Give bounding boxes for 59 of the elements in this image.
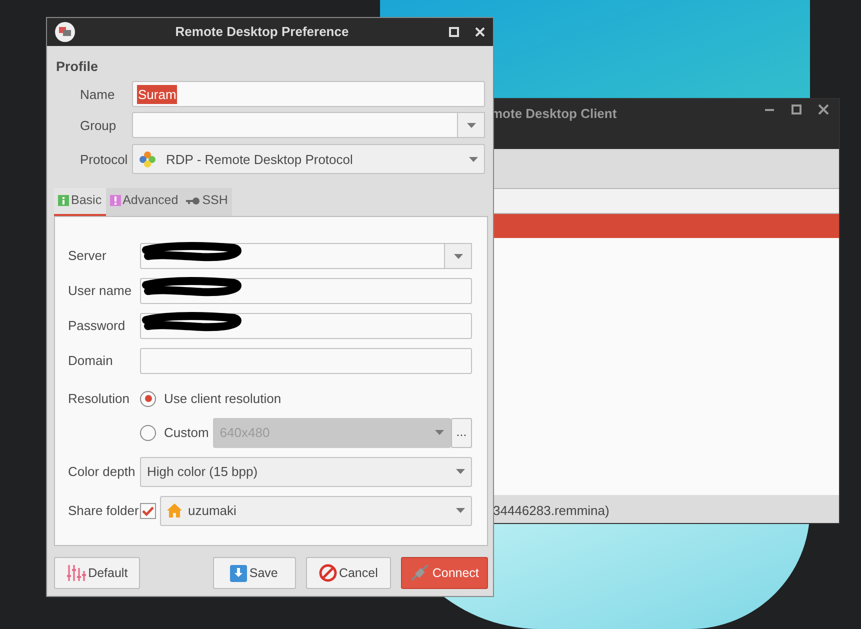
tab[interactable]: Basic bbox=[54, 188, 106, 216]
tab[interactable]: Advanced bbox=[106, 188, 182, 216]
field-label: Resolution bbox=[67, 390, 130, 408]
plug-icon bbox=[410, 564, 430, 582]
caret-icon bbox=[466, 122, 476, 128]
field-value: Suram bbox=[137, 84, 178, 104]
caret-icon bbox=[469, 156, 478, 162]
default-button[interactable]: Default bbox=[54, 557, 140, 589]
field-value: High color (15 bpp) bbox=[147, 462, 259, 481]
radio-label[interactable]: Custom bbox=[164, 422, 209, 442]
no-entry-icon bbox=[318, 564, 337, 582]
dropdown-button[interactable] bbox=[458, 112, 485, 138]
dropdown-button[interactable] bbox=[445, 243, 472, 269]
status-text: 34446283.remmina) bbox=[493, 503, 610, 518]
dropdown-field[interactable]: uzumaki bbox=[160, 496, 472, 526]
field-label: Name bbox=[79, 86, 116, 104]
save-button[interactable]: Save bbox=[212, 557, 296, 589]
maximize-icon[interactable] bbox=[791, 104, 802, 115]
key-icon bbox=[186, 196, 200, 205]
field-label: Share folder bbox=[67, 502, 140, 520]
field-label: Password bbox=[67, 317, 126, 336]
connect-button[interactable]: Connect bbox=[401, 557, 488, 589]
field-label: Color depth bbox=[67, 462, 136, 481]
window-title: Remote Desktop Preference bbox=[174, 23, 350, 42]
more-button[interactable]: ... bbox=[451, 418, 472, 448]
caret-icon bbox=[456, 508, 465, 513]
dropdown-field[interactable]: RDP - Remote Desktop Protocol bbox=[132, 144, 485, 174]
field-label: User name bbox=[67, 282, 133, 300]
tab[interactable]: SSH bbox=[182, 188, 232, 216]
combo-field[interactable] bbox=[132, 112, 458, 138]
close-icon[interactable] bbox=[818, 104, 829, 115]
field-value: uzumaki bbox=[188, 502, 238, 520]
field-label: Server bbox=[67, 247, 108, 266]
caret-icon bbox=[456, 469, 465, 474]
combo-field[interactable] bbox=[140, 243, 445, 269]
radio-button[interactable] bbox=[140, 390, 156, 407]
sliders-icon bbox=[66, 564, 86, 582]
text-field[interactable] bbox=[140, 348, 472, 374]
radio-button[interactable] bbox=[140, 424, 156, 440]
warning-icon bbox=[110, 195, 121, 206]
field-value: RDP - Remote Desktop Protocol bbox=[166, 150, 354, 169]
text-field[interactable] bbox=[140, 313, 472, 339]
save-icon bbox=[230, 564, 248, 582]
info-icon bbox=[58, 195, 69, 206]
checkbox[interactable] bbox=[140, 502, 156, 518]
field-label: Domain bbox=[67, 352, 114, 370]
text-field[interactable]: Suram bbox=[132, 81, 485, 108]
cancel-button[interactable]: Cancel bbox=[306, 557, 392, 589]
field-label: Protocol bbox=[79, 150, 129, 168]
field-label: Group bbox=[79, 116, 118, 135]
radio-label[interactable]: Use client resolution bbox=[164, 389, 282, 408]
home-icon bbox=[167, 503, 182, 518]
app-icon bbox=[55, 22, 75, 42]
dropdown-field[interactable]: High color (15 bpp) bbox=[140, 456, 472, 486]
protocol-icon bbox=[139, 150, 156, 168]
caret-icon bbox=[435, 430, 444, 435]
text-field[interactable] bbox=[140, 278, 472, 304]
caret-icon bbox=[454, 254, 462, 258]
section-heading: Profile bbox=[56, 59, 98, 74]
